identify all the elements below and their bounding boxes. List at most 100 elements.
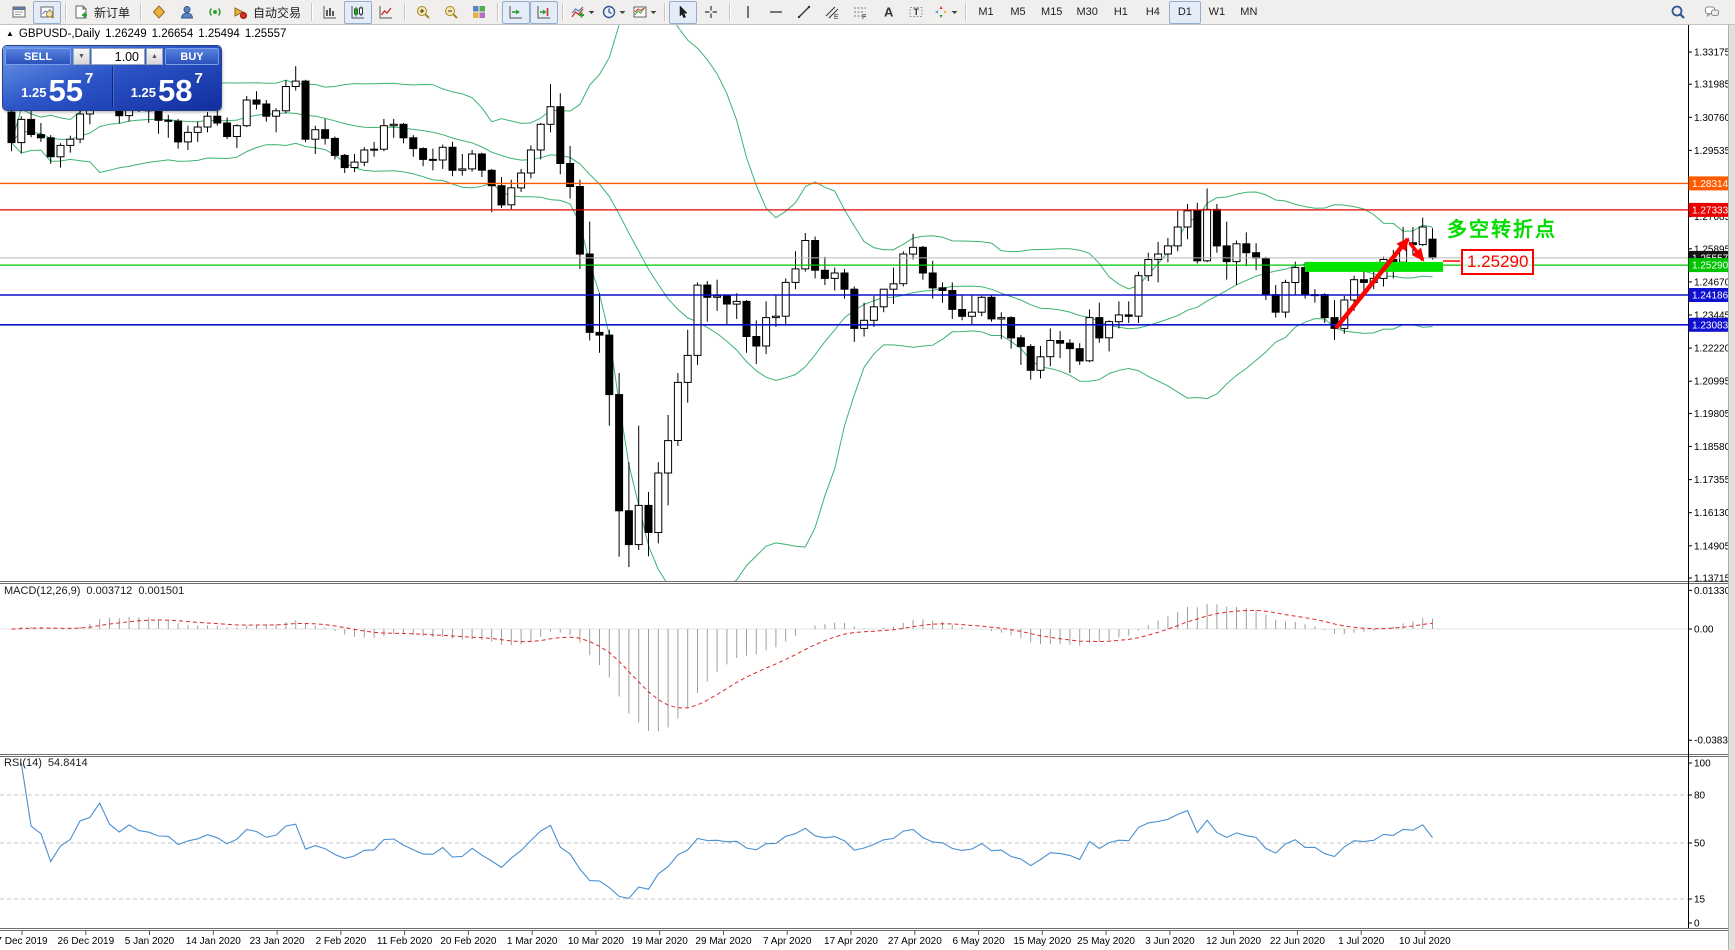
collapse-panel-icon[interactable]: ▲ <box>6 30 14 38</box>
svg-text:15 May 2020: 15 May 2020 <box>1013 936 1071 947</box>
button-label: 新订单 <box>91 4 133 21</box>
button-label: M30 <box>1072 6 1101 18</box>
ohlc-close: 1.25557 <box>245 28 287 40</box>
svg-text:1.28314: 1.28314 <box>1692 179 1728 190</box>
sell-button[interactable]: SELL <box>5 48 71 65</box>
tile-windows-icon <box>471 4 487 20</box>
search-button[interactable] <box>1664 1 1692 24</box>
zoom-out-icon <box>443 4 459 20</box>
svg-text:20 Feb 2020: 20 Feb 2020 <box>440 936 497 947</box>
macd-value-signal: 0.001501 <box>138 585 184 597</box>
svg-text:0.013301: 0.013301 <box>1694 586 1728 597</box>
account-button[interactable] <box>173 1 201 24</box>
highlight-zone-rectangle[interactable] <box>1305 262 1443 272</box>
price-badge-1.23083: 1.23083 <box>1689 318 1729 332</box>
trendline-icon <box>796 4 812 20</box>
volume-input[interactable]: 1.00 <box>91 48 145 65</box>
svg-text:23 Jan 2020: 23 Jan 2020 <box>250 936 305 947</box>
svg-text:7 Dec 2019: 7 Dec 2019 <box>0 936 48 947</box>
timeframe-M15-button[interactable]: M15 <box>1034 1 1069 24</box>
toolbar-separator <box>311 3 312 21</box>
bar-type-button[interactable] <box>316 1 344 24</box>
svg-text:1.22220: 1.22220 <box>1694 344 1728 355</box>
svg-text:1.17355: 1.17355 <box>1694 475 1728 486</box>
chat-button[interactable] <box>1698 1 1726 24</box>
autotrade-button[interactable]: 自动交易 <box>229 1 307 24</box>
window-edge-strip <box>1728 25 1735 950</box>
svg-text:1.18580: 1.18580 <box>1694 442 1728 453</box>
fibonacci-icon: F <box>852 4 868 20</box>
charts-list-button[interactable] <box>5 1 33 24</box>
timeframe-M1-button[interactable]: M1 <box>970 1 1002 24</box>
arrows-icon <box>933 4 949 20</box>
trendline-button[interactable] <box>790 1 818 24</box>
zoom-out-button[interactable] <box>437 1 465 24</box>
volume-increase-button[interactable]: ▲ <box>146 48 163 65</box>
new-order-button[interactable]: 新订单 <box>70 1 136 24</box>
buy-price-button[interactable]: 1.25 58 7 <box>113 66 222 107</box>
timeframe-D1-button[interactable]: D1 <box>1169 1 1201 24</box>
svg-text:17 Apr 2020: 17 Apr 2020 <box>824 936 878 947</box>
svg-text:6 May 2020: 6 May 2020 <box>952 936 1005 947</box>
chart-shift-button[interactable] <box>530 1 558 24</box>
text-label-button[interactable]: T <box>902 1 930 24</box>
macd-name: MACD(12,26,9) <box>4 585 80 597</box>
svg-text:1.29535: 1.29535 <box>1694 146 1728 157</box>
brush-button[interactable] <box>145 1 173 24</box>
svg-text:11 Feb 2020: 11 Feb 2020 <box>377 936 433 947</box>
hline-button[interactable] <box>762 1 790 24</box>
timeframe-MN-button[interactable]: MN <box>1233 1 1265 24</box>
arrows-button[interactable] <box>930 1 961 24</box>
tile-windows-button[interactable] <box>465 1 493 24</box>
timeframe-M30-button[interactable]: M30 <box>1069 1 1104 24</box>
fibonacci-button[interactable]: F <box>846 1 874 24</box>
candle-type-button[interactable] <box>344 1 372 24</box>
chart-background <box>0 25 1728 950</box>
templates-button[interactable] <box>629 1 660 24</box>
svg-text:F: F <box>862 14 866 20</box>
crosshair-button[interactable] <box>697 1 725 24</box>
line-type-icon <box>378 4 394 20</box>
svg-text:19 Mar 2020: 19 Mar 2020 <box>632 936 689 947</box>
timeframe-H1-button[interactable]: H1 <box>1105 1 1137 24</box>
signal-button[interactable] <box>201 1 229 24</box>
macd-label: MACD(12,26,9) 0.003712 0.001501 <box>4 585 184 597</box>
indicators-button[interactable] <box>567 1 598 24</box>
svg-text:1.19805: 1.19805 <box>1694 409 1728 420</box>
svg-text:10 Mar 2020: 10 Mar 2020 <box>568 936 625 947</box>
svg-text:1.13715: 1.13715 <box>1694 574 1728 585</box>
auto-scroll-button[interactable] <box>502 1 530 24</box>
bar-type-icon <box>322 4 338 20</box>
zoom-in-icon <box>415 4 431 20</box>
sell-price-button[interactable]: 1.25 55 7 <box>3 66 113 107</box>
text-button[interactable]: A <box>874 1 902 24</box>
svg-text:80: 80 <box>1694 791 1706 802</box>
timeframe-W1-button[interactable]: W1 <box>1201 1 1233 24</box>
chart-window: 1.331751.319851.307601.295351.270851.258… <box>0 25 1735 950</box>
timeframe-H4-button[interactable]: H4 <box>1137 1 1169 24</box>
sell-price-sup: 7 <box>85 70 93 87</box>
price-badge-1.24186: 1.24186 <box>1689 288 1729 302</box>
svg-text:-0.038343: -0.038343 <box>1694 736 1728 747</box>
toolbar-separator <box>965 3 966 21</box>
vline-button[interactable] <box>734 1 762 24</box>
ohlc-high: 1.26654 <box>152 28 194 40</box>
turning-point-annotation[interactable]: 多空转折点 <box>1447 213 1557 242</box>
timeframe-M5-button[interactable]: M5 <box>1002 1 1034 24</box>
line-type-button[interactable] <box>372 1 400 24</box>
sell-price-big: 55 <box>48 78 82 103</box>
autotrade-icon <box>232 4 248 20</box>
volume-decrease-button[interactable]: ▼ <box>73 48 90 65</box>
periods-clock-button[interactable] <box>598 1 629 24</box>
buy-button[interactable]: BUY <box>165 48 219 65</box>
text-label-icon: T <box>908 4 924 20</box>
channel-button[interactable]: E <box>818 1 846 24</box>
button-label: M1 <box>974 6 997 18</box>
chart-canvas[interactable]: 1.331751.319851.307601.295351.270851.258… <box>0 25 1728 950</box>
button-label: M15 <box>1037 6 1066 18</box>
zoom-in-button[interactable] <box>409 1 437 24</box>
cursor-button[interactable] <box>669 1 697 24</box>
svg-text:100: 100 <box>1694 759 1711 770</box>
price-level-annotation-box[interactable]: 1.25290 <box>1461 249 1534 275</box>
chart-profile-button[interactable] <box>33 1 61 24</box>
